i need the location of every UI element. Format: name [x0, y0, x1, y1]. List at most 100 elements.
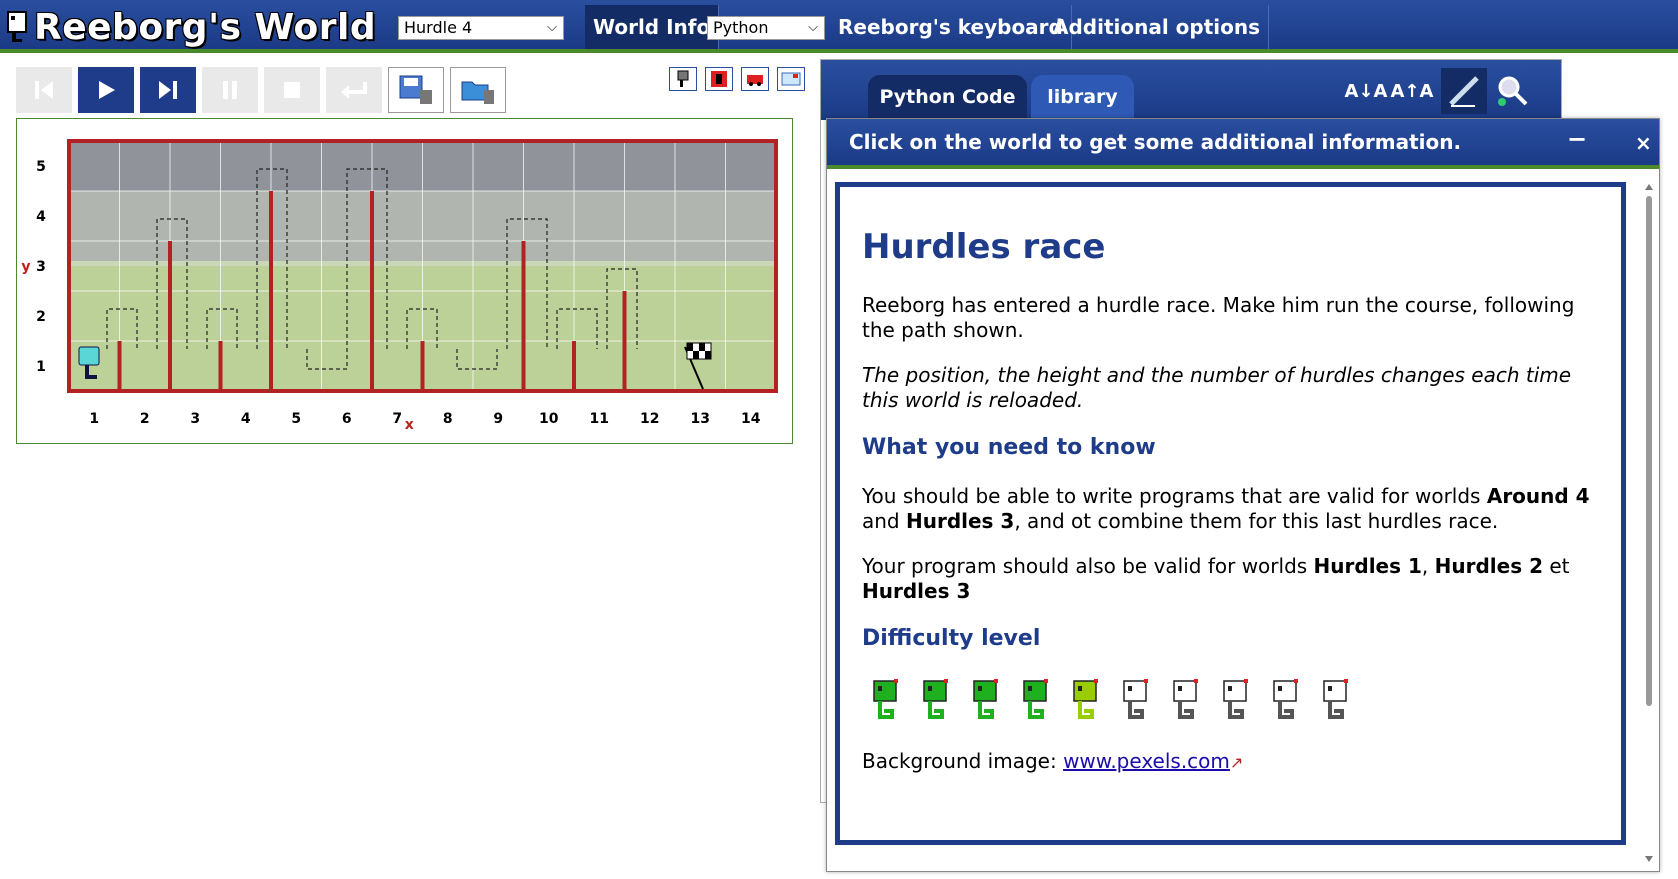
text: You should be able to write programs tha… [862, 484, 1487, 508]
reeborg-logo-icon [7, 11, 27, 42]
y-tick-label: 2 [36, 309, 46, 325]
text: Your program should also be valid for wo… [862, 554, 1314, 578]
x-tick-label: 5 [291, 411, 301, 427]
x-tick-label: 11 [590, 411, 609, 427]
robot-red-icon [711, 71, 727, 87]
info-subheading-need: What you need to know [862, 435, 1156, 460]
open-world-button[interactable] [450, 67, 506, 113]
additional-options-button[interactable]: Additional options [1045, 5, 1270, 49]
map-icon [781, 72, 801, 86]
reload-button[interactable] [326, 67, 382, 113]
difficulty-robot-filled-icon [973, 679, 998, 719]
app-title: Reeborg's World [34, 6, 377, 48]
difficulty-robot-filled-icon [923, 679, 948, 719]
world-map-button[interactable] [777, 67, 805, 91]
info-paragraph-valid: Your program should also be valid for wo… [862, 554, 1599, 604]
run-button[interactable] [78, 67, 134, 113]
dialog-scrollbar[interactable] [1642, 182, 1656, 864]
world-canvas[interactable]: 1 2 3 4 5 6 7 8 9 10 11 12 13 14 1 2 3 4 5 x y [16, 118, 793, 444]
pencil-icon [1449, 76, 1479, 107]
world-info-button[interactable]: World Info [585, 5, 720, 49]
difficulty-robot-empty-icon [1123, 679, 1148, 719]
x-tick-label: 13 [691, 411, 710, 427]
difficulty-robot-filled-icon [873, 679, 898, 719]
y-tick-label: 1 [36, 359, 46, 375]
external-link-icon: ↗ [1229, 753, 1244, 772]
robot-icon [677, 70, 689, 87]
y-axis-label: y [21, 259, 30, 275]
world-select-value: Hurdle 4 [404, 18, 473, 37]
pause-button[interactable] [202, 67, 258, 113]
magnifier-button[interactable] [1489, 68, 1535, 114]
x-tick-label: 2 [140, 411, 150, 427]
x-tick-label: 3 [190, 411, 200, 427]
magnifier-icon [1498, 76, 1528, 106]
x-tick-label: 8 [443, 411, 453, 427]
return-icon [341, 82, 367, 99]
reverse-step-button[interactable] [16, 67, 72, 113]
save-world-button[interactable] [388, 67, 444, 113]
info-paragraph-intro: Reeborg has entered a hurdle race. Make … [862, 293, 1575, 342]
world-name: Hurdles 3 [862, 579, 971, 603]
top-bar: Reeborg's World Hurdle 4 ⌵ World Info Py… [0, 0, 1678, 53]
world-name: Hurdles 3 [905, 509, 1015, 533]
world-objects-button[interactable] [741, 67, 769, 91]
x-tick-label: 12 [640, 411, 659, 427]
info-paragraph-worlds: You should be able to write programs tha… [862, 484, 1599, 534]
editor-header: Python Code library A↓A A↑A [821, 60, 1561, 120]
difficulty-robot-empty-icon [1273, 679, 1298, 719]
font-decrease-button[interactable]: A↓A [1343, 68, 1389, 114]
tab-library[interactable]: library [1031, 75, 1134, 120]
difficulty-robot-filled-icon [1023, 679, 1048, 719]
chevron-down-icon: ⌵ [808, 20, 818, 35]
text: Background image: [862, 749, 1064, 773]
text: et [1542, 554, 1570, 578]
minimize-icon[interactable]: − [1567, 125, 1587, 153]
robot-trail-button[interactable] [705, 67, 733, 91]
pencil-button[interactable] [1441, 68, 1487, 114]
floppy-disk-icon [399, 75, 432, 104]
info-paragraph-note: The position, the height and the number … [862, 363, 1572, 412]
dialog-content: Hurdles race Reeborg has entered a hurdl… [835, 182, 1626, 845]
dialog-title: Click on the world to get some additiona… [849, 130, 1462, 154]
difficulty-robot-empty-icon [1173, 679, 1198, 719]
font-increase-button[interactable]: A↑A [1389, 68, 1435, 114]
logo: Reeborg's World [6, 4, 376, 50]
play-icon [99, 81, 115, 99]
x-tick-label: 1 [89, 411, 99, 427]
x-tick-label: 14 [741, 411, 761, 427]
text: , [1421, 554, 1435, 578]
info-background-credit: Background image: www.pexels.com↗ [862, 749, 1599, 775]
keyboard-button[interactable]: Reeborg's keyboard [830, 5, 1072, 49]
red-car-icon [747, 75, 763, 86]
world-name: Hurdles 1 [1313, 554, 1422, 578]
world-name: Around 4 [1486, 484, 1590, 508]
text: , and ot combine them for this last hurd… [1014, 509, 1499, 533]
difficulty-rating [862, 675, 1599, 725]
chevron-down-icon: ⌵ [547, 20, 557, 35]
pexels-link[interactable]: www.pexels.com [1063, 749, 1230, 773]
world-info-dialog: Click on the world to get some additiona… [826, 118, 1660, 872]
close-icon[interactable]: × [1635, 131, 1652, 155]
step-button[interactable] [140, 67, 196, 113]
y-tick-label: 4 [36, 209, 46, 225]
reverse-step-icon [35, 81, 53, 99]
world-name: Hurdles 2 [1434, 554, 1543, 578]
robot-icon-button[interactable] [669, 67, 697, 91]
x-tick-label: 9 [493, 411, 503, 427]
world-select[interactable]: Hurdle 4 ⌵ [398, 16, 564, 40]
difficulty-robot-filled-icon [1073, 679, 1098, 719]
world-grid[interactable]: 1 2 3 4 5 6 7 8 9 10 11 12 13 1412345xy [17, 119, 794, 445]
tab-python-code[interactable]: Python Code [868, 75, 1027, 120]
difficulty-robot-empty-icon [1223, 679, 1248, 719]
language-select[interactable]: Python ⌵ [707, 16, 825, 40]
x-tick-label: 10 [539, 411, 559, 427]
y-tick-label: 5 [36, 159, 46, 175]
x-tick-label: 7 [392, 411, 402, 427]
difficulty-robot-empty-icon [1323, 679, 1348, 719]
x-tick-label: 6 [342, 411, 352, 427]
stop-icon [284, 82, 300, 98]
y-tick-label: 3 [36, 259, 46, 275]
pause-icon [223, 81, 237, 99]
stop-button[interactable] [264, 67, 320, 113]
